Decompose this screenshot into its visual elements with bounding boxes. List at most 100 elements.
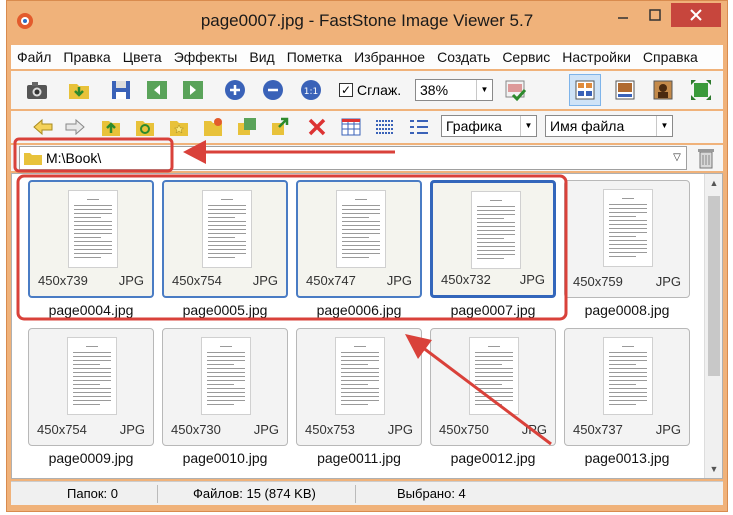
next-image-button[interactable] — [179, 76, 207, 104]
refresh-button[interactable] — [131, 113, 159, 141]
text-line — [208, 213, 246, 214]
thumbnail-filename[interactable]: page0007.jpg — [426, 302, 560, 318]
thumbnail-item[interactable]: 450x737 JPG — [564, 328, 690, 446]
text-line — [342, 237, 369, 238]
thumbnail-item[interactable]: 450x754 JPG — [162, 180, 288, 298]
thumbnail-filename[interactable]: page0006.jpg — [292, 302, 426, 318]
delete-button[interactable] — [303, 113, 331, 141]
thumbnail-item[interactable]: 450x747 JPG — [296, 180, 422, 298]
menu-create[interactable]: Создать — [431, 49, 496, 65]
vertical-scrollbar[interactable]: ▲ ▼ — [704, 174, 722, 478]
thumbnail-filename[interactable]: page0011.jpg — [292, 450, 426, 466]
menu-favorites[interactable]: Избранное — [348, 49, 431, 65]
thumbnail-filename[interactable]: page0008.jpg — [560, 302, 694, 318]
text-line — [342, 253, 380, 254]
acquire-button[interactable] — [23, 76, 51, 104]
scroll-down-icon[interactable]: ▼ — [705, 460, 722, 478]
text-line — [73, 352, 111, 353]
thumbnail-item[interactable]: 450x753 JPG — [296, 328, 422, 446]
zoom-value: 38% — [420, 82, 449, 98]
menu-help[interactable]: Справка — [637, 49, 704, 65]
menu-edit[interactable]: Правка — [57, 49, 116, 65]
thumbnail-filename[interactable]: page0012.jpg — [426, 450, 560, 466]
text-line — [73, 360, 111, 361]
thumbnail-item[interactable]: 450x732 JPG — [430, 180, 556, 298]
previous-image-button[interactable] — [143, 76, 171, 104]
preview-view-button[interactable] — [611, 76, 639, 104]
text-line — [488, 346, 500, 347]
thumbnail-item[interactable]: 450x750 JPG — [430, 328, 556, 446]
text-line — [609, 396, 647, 397]
thumbnail-item[interactable]: 450x754 JPG — [28, 328, 154, 446]
copy-to-button[interactable] — [233, 113, 261, 141]
text-line — [208, 229, 246, 230]
open-button[interactable] — [65, 76, 93, 104]
text-line — [609, 364, 636, 365]
text-line — [477, 226, 515, 227]
details-view-button[interactable] — [371, 113, 399, 141]
back-button[interactable] — [29, 113, 57, 141]
close-icon — [690, 9, 702, 21]
fullscreen-button[interactable] — [687, 76, 715, 104]
up-folder-button[interactable] — [97, 113, 125, 141]
scroll-thumb[interactable] — [708, 196, 720, 376]
menu-effects[interactable]: Эффекты — [168, 49, 244, 65]
sort-combo[interactable]: Имя файла ▼ — [545, 115, 673, 137]
thumbnail-item[interactable]: 450x730 JPG — [162, 328, 288, 446]
recycle-bin-icon[interactable] — [695, 146, 717, 170]
folder-icon — [24, 153, 42, 165]
actual-size-button[interactable]: 1:1 — [297, 76, 325, 104]
thumbnail-filename[interactable]: page0004.jpg — [24, 302, 158, 318]
new-folder-button[interactable] — [199, 113, 227, 141]
menu-settings[interactable]: Настройки — [556, 49, 637, 65]
favorites-button[interactable] — [165, 113, 193, 141]
text-line — [475, 356, 513, 357]
chevron-down-icon[interactable]: ▽ — [670, 149, 684, 167]
filter-combo[interactable]: Графика ▼ — [441, 115, 537, 137]
scroll-up-icon[interactable]: ▲ — [705, 174, 722, 192]
menu-tag[interactable]: Пометка — [281, 49, 348, 65]
text-line — [477, 206, 515, 207]
menu-colors[interactable]: Цвета — [117, 49, 168, 65]
text-line — [609, 252, 647, 253]
browser-toolbar: Графика ▼ Имя файла ▼ — [11, 111, 723, 143]
thumbnail-filename[interactable]: page0013.jpg — [560, 450, 694, 466]
thumbnail-filename[interactable]: page0009.jpg — [24, 450, 158, 466]
full-view-button[interactable] — [649, 76, 677, 104]
browser-view-button[interactable] — [569, 74, 601, 106]
maximize-button[interactable] — [639, 3, 671, 27]
text-line — [341, 380, 379, 381]
thumbnail-item[interactable]: 450x739 JPG — [28, 180, 154, 298]
text-line — [207, 404, 234, 405]
close-button[interactable] — [671, 3, 721, 27]
thumbnail-filename[interactable]: page0005.jpg — [158, 302, 292, 318]
text-line — [73, 368, 111, 369]
tree-view-button[interactable] — [405, 113, 433, 141]
save-button[interactable] — [107, 76, 135, 104]
text-line — [207, 380, 245, 381]
thumbnail-filename[interactable]: page0010.jpg — [158, 450, 292, 466]
zoom-combo[interactable]: 38% ▼ — [415, 79, 493, 101]
thumbnail-item[interactable]: 450x759 JPG — [564, 180, 690, 298]
move-to-button[interactable] — [267, 113, 295, 141]
menu-file[interactable]: Файл — [11, 49, 57, 65]
menu-tools[interactable]: Сервис — [496, 49, 556, 65]
minimize-icon — [618, 17, 628, 19]
text-line — [74, 233, 112, 234]
minimize-button[interactable] — [607, 3, 639, 27]
svg-text:1:1: 1:1 — [304, 87, 318, 97]
folder-path-input[interactable]: M:\Book\ ▽ — [19, 146, 687, 170]
thumbnail-view-button[interactable] — [337, 113, 365, 141]
thumbnail-dimensions: 450x754 — [37, 422, 87, 437]
text-line — [342, 241, 380, 242]
color-check-button[interactable] — [501, 76, 529, 104]
list-icon — [376, 120, 394, 134]
text-line — [609, 352, 647, 353]
smooth-checkbox[interactable]: ✓ — [339, 83, 353, 97]
zoom-in-button[interactable] — [221, 76, 249, 104]
zoom-out-button[interactable] — [259, 76, 287, 104]
menu-view[interactable]: Вид — [243, 49, 280, 65]
text-line — [609, 220, 647, 221]
forward-button[interactable] — [61, 113, 89, 141]
text-line — [207, 388, 245, 389]
